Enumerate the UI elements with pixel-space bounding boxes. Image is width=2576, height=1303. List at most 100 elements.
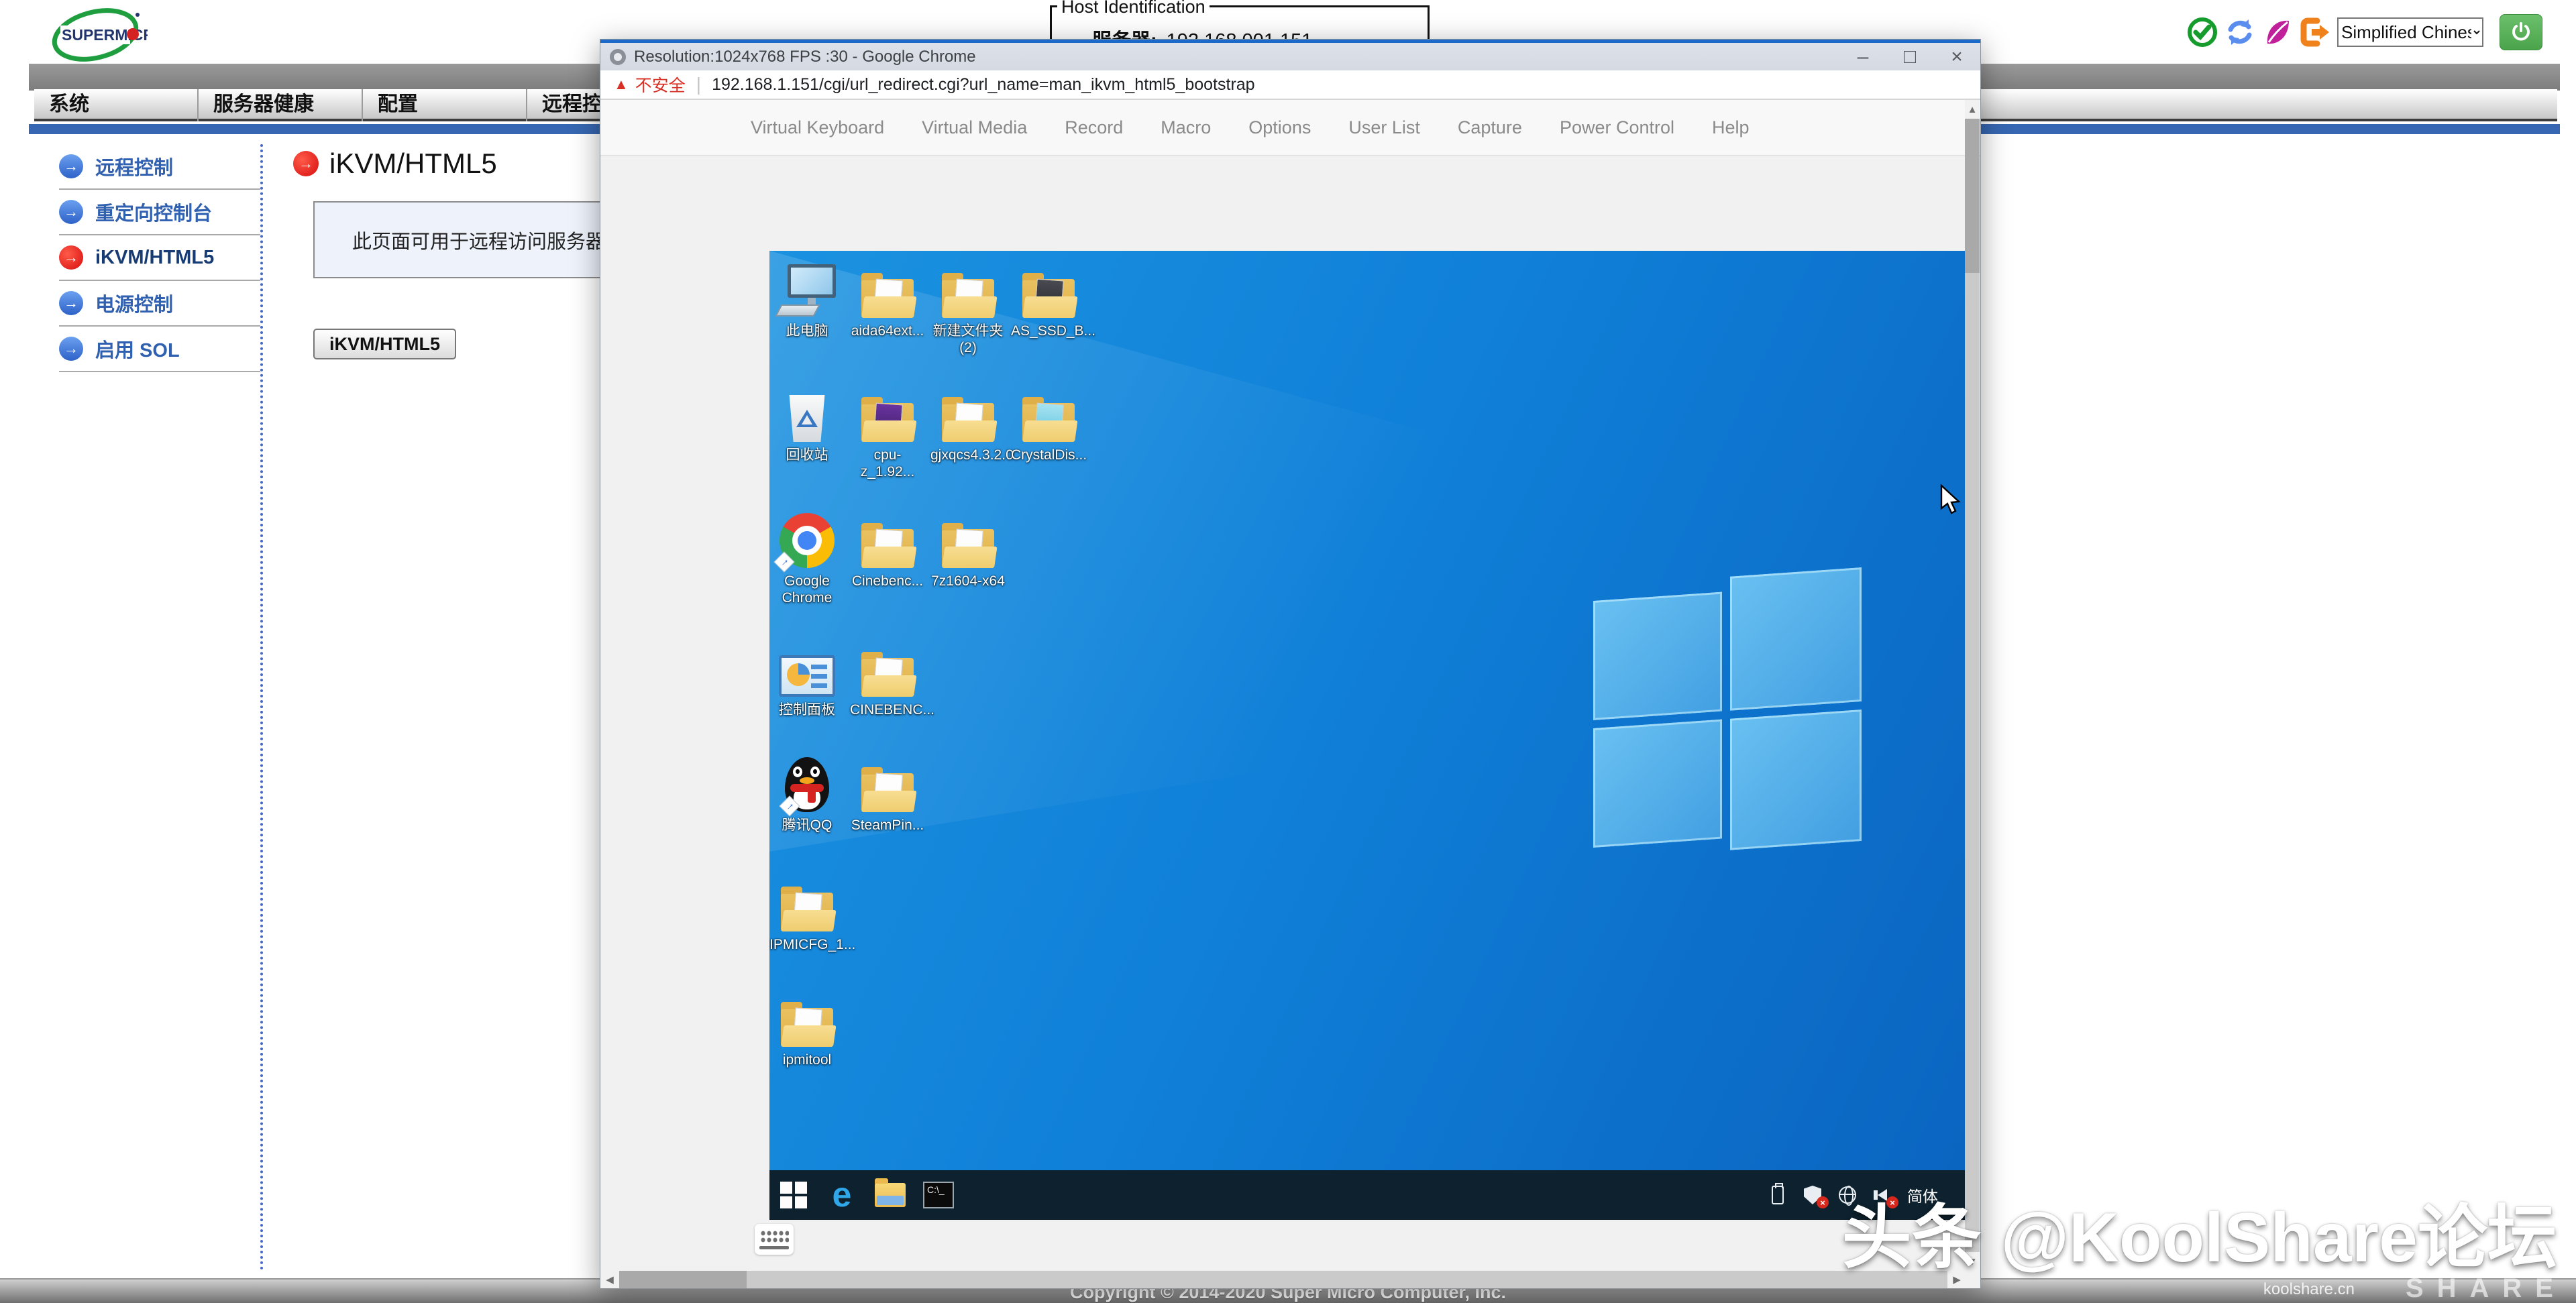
- kvm-viewport[interactable]: 此电脑 aida64ext... 新建文件夹 (2) AS_SSD_B... 回…: [769, 251, 1966, 1220]
- refresh-icon[interactable]: [2224, 17, 2255, 48]
- sidebar-item-enable-sol[interactable]: → 启用 SOL: [59, 327, 260, 372]
- desktop-icon-as-ssd[interactable]: AS_SSD_B...: [1011, 259, 1086, 339]
- address-url[interactable]: 192.168.1.151/cgi/url_redirect.cgi?url_n…: [712, 75, 1255, 95]
- feather-icon[interactable]: [2262, 17, 2293, 48]
- sidebar-item-power-control[interactable]: → 电源控制: [59, 281, 260, 327]
- nav-tab-server-health[interactable]: 服务器健康: [199, 89, 363, 121]
- folder-icon: [942, 275, 994, 318]
- edge-taskbar-icon[interactable]: e: [818, 1170, 866, 1220]
- scroll-up-icon[interactable]: ▲: [1965, 100, 1980, 119]
- desktop-icon-steampin[interactable]: SteamPin...: [850, 753, 925, 834]
- folder-icon: [861, 654, 914, 697]
- sidebar-item-remote-control[interactable]: → 远程控制: [59, 144, 260, 190]
- folder-icon-ssd: [1022, 275, 1075, 318]
- nav-tab-configuration[interactable]: 配置: [363, 89, 527, 121]
- vertical-scrollbar[interactable]: ▲ ▼: [1965, 100, 1980, 1271]
- desktop-icon-control-panel[interactable]: 控制面板: [769, 638, 845, 718]
- sidebar: → 远程控制 → 重定向控制台 → iKVM/HTML5 → 电源控制 → 启用…: [47, 144, 263, 1271]
- recycle-bin-icon: [787, 395, 827, 442]
- chrome-icon: [610, 49, 626, 65]
- menu-virtual-media[interactable]: Virtual Media: [922, 117, 1027, 138]
- folder-icon-crystal: [1022, 399, 1075, 442]
- page-title-arrow-icon: →: [293, 151, 319, 176]
- power-button[interactable]: [2500, 14, 2542, 50]
- sidebar-item-ikvm-html5[interactable]: → iKVM/HTML5: [59, 235, 260, 281]
- desktop-icon-aida64[interactable]: aida64ext...: [850, 259, 925, 339]
- shortcut-arrow-icon: →: [773, 551, 794, 572]
- menu-user-list[interactable]: User List: [1348, 117, 1420, 138]
- address-bar[interactable]: ▲ 不安全 | 192.168.1.151/cgi/url_redirect.c…: [600, 70, 1980, 100]
- vertical-scroll-track[interactable]: [1965, 119, 1980, 1252]
- menu-virtual-keyboard[interactable]: Virtual Keyboard: [751, 117, 884, 138]
- header-actions: Simplified Chinese: [2187, 12, 2542, 52]
- this-pc-icon: [778, 264, 836, 318]
- language-select[interactable]: Simplified Chinese: [2337, 17, 2483, 47]
- desktop-icon-google-chrome[interactable]: → Google Chrome: [769, 509, 845, 606]
- address-divider: |: [696, 74, 701, 95]
- arrow-circle-icon-active: →: [59, 245, 83, 270]
- menu-capture[interactable]: Capture: [1458, 117, 1522, 138]
- maximize-button[interactable]: □: [1886, 43, 1933, 70]
- supermicro-logo-dot: [127, 28, 139, 40]
- desktop-icon-gjxqcs[interactable]: gjxqcs4.3.2.0: [930, 383, 1006, 463]
- horizontal-scroll-thumb[interactable]: [619, 1271, 747, 1288]
- scroll-left-icon[interactable]: ◀: [600, 1271, 619, 1288]
- ikvm-launch-button[interactable]: iKVM/HTML5: [313, 329, 456, 359]
- desktop-icon-crystaldisk[interactable]: CrystalDis...: [1011, 383, 1086, 463]
- alert-badge-icon: ×: [1817, 1196, 1829, 1208]
- soft-keyboard-button[interactable]: [755, 1224, 794, 1255]
- close-button[interactable]: ×: [1933, 43, 1980, 70]
- arrow-circle-icon: →: [59, 337, 83, 361]
- windows-taskbar: e C:\_ × × 简体: [769, 1170, 1966, 1220]
- menu-help[interactable]: Help: [1712, 117, 1750, 138]
- folder-icon: [861, 525, 914, 568]
- windows-logo: [1593, 567, 1862, 860]
- watermark-text: 头条 @KoolShare论坛: [1842, 1180, 2557, 1282]
- window-title-bar[interactable]: Resolution:1024x768 FPS :30 - Google Chr…: [600, 43, 1980, 70]
- usb-device-tray-icon[interactable]: [1768, 1184, 1788, 1206]
- folder-icon: [942, 399, 994, 442]
- desktop-icon-this-pc[interactable]: 此电脑: [769, 259, 845, 339]
- nav-tab-system[interactable]: 系统: [34, 89, 199, 121]
- desktop-icon-new-folder-2[interactable]: 新建文件夹 (2): [930, 259, 1006, 356]
- menu-power-control[interactable]: Power Control: [1560, 117, 1674, 138]
- page-title: → iKVM/HTML5: [293, 148, 497, 180]
- desktop-icon-cpu-z[interactable]: cpu-z_1.92...: [850, 383, 925, 480]
- chrome-logo-icon: →: [780, 513, 835, 568]
- mouse-cursor: [1940, 484, 1963, 520]
- cmd-taskbar-icon[interactable]: C:\_: [914, 1170, 963, 1220]
- folder-icon: [781, 1004, 833, 1047]
- desktop-icon-tencent-qq[interactable]: → 腾讯QQ: [769, 753, 845, 834]
- screen: SUPERMICR Host Identification 服务器:192.16…: [0, 0, 2576, 1303]
- keyboard-icon: [759, 1229, 789, 1244]
- desktop-icon-cinebench-r20[interactable]: CINEBENC...: [850, 638, 925, 718]
- health-ok-icon[interactable]: [2187, 17, 2218, 48]
- page-title-text: iKVM/HTML5: [329, 148, 497, 180]
- folder-icon: [942, 525, 994, 568]
- horizontal-scrollbar[interactable]: ◀ ▶: [600, 1271, 1966, 1288]
- desktop-icon-7zip[interactable]: 7z1604-x64: [930, 509, 1006, 589]
- menu-options[interactable]: Options: [1248, 117, 1311, 138]
- control-panel-icon: [779, 655, 835, 697]
- desktop-icon-recycle-bin[interactable]: 回收站: [769, 383, 845, 463]
- vertical-scroll-thumb[interactable]: [1965, 119, 1980, 273]
- arrow-circle-icon: →: [59, 154, 83, 178]
- menu-record[interactable]: Record: [1065, 117, 1123, 138]
- qq-penguin-icon: →: [785, 757, 829, 812]
- window-title: Resolution:1024x768 FPS :30 - Google Chr…: [634, 48, 976, 66]
- desktop-icon-ipmicfg[interactable]: IPMICFG_1...: [769, 872, 845, 953]
- start-button[interactable]: [769, 1170, 818, 1220]
- folder-icon-cpuz: [861, 399, 914, 442]
- sidebar-item-console-redirection[interactable]: → 重定向控制台: [59, 190, 260, 235]
- logout-icon[interactable]: [2300, 17, 2330, 48]
- chrome-popup-window: Resolution:1024x768 FPS :30 - Google Chr…: [600, 39, 1981, 1289]
- security-warning[interactable]: 不安全: [635, 72, 686, 97]
- power-icon: [2510, 21, 2532, 43]
- minimize-button[interactable]: –: [1839, 43, 1886, 70]
- desktop-icon-ipmitool[interactable]: ipmitool: [769, 988, 845, 1068]
- warning-icon: ▲: [614, 76, 629, 93]
- menu-macro[interactable]: Macro: [1161, 117, 1211, 138]
- desktop-icon-cinebench[interactable]: Cinebenc...: [850, 509, 925, 589]
- defender-tray-icon[interactable]: ×: [1803, 1184, 1823, 1206]
- file-explorer-taskbar-icon[interactable]: [866, 1170, 914, 1220]
